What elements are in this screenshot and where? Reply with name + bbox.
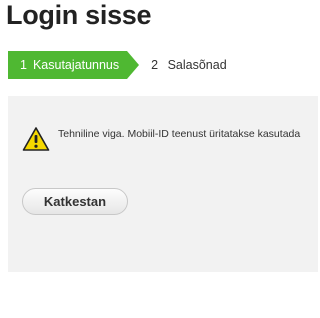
content-panel: Tehniline viga. Mobiil-ID teenust üritat… [8,96,318,272]
login-page: Login sisse 1 Kasutajatunnus 2 Salasõnad… [0,0,318,318]
step-1-number: 1 [20,58,27,72]
step-1-label: Kasutajatunnus [32,58,120,72]
step-1-active: 1 Kasutajatunnus [8,51,140,79]
step-2-label: Salasõnad [167,58,227,72]
warning-triangle-icon [22,127,50,151]
cancel-button[interactable]: Katkestan [22,188,128,215]
error-text: Tehniline viga. Mobiil-ID teenust üritat… [58,128,301,140]
page-title: Login sisse [6,0,152,30]
error-message: Tehniline viga. Mobiil-ID teenust üritat… [22,126,300,152]
step-2: 2 Salasõnad [151,58,227,72]
step-2-number: 2 [151,58,159,72]
step-indicator: 1 Kasutajatunnus 2 Salasõnad [8,51,227,79]
